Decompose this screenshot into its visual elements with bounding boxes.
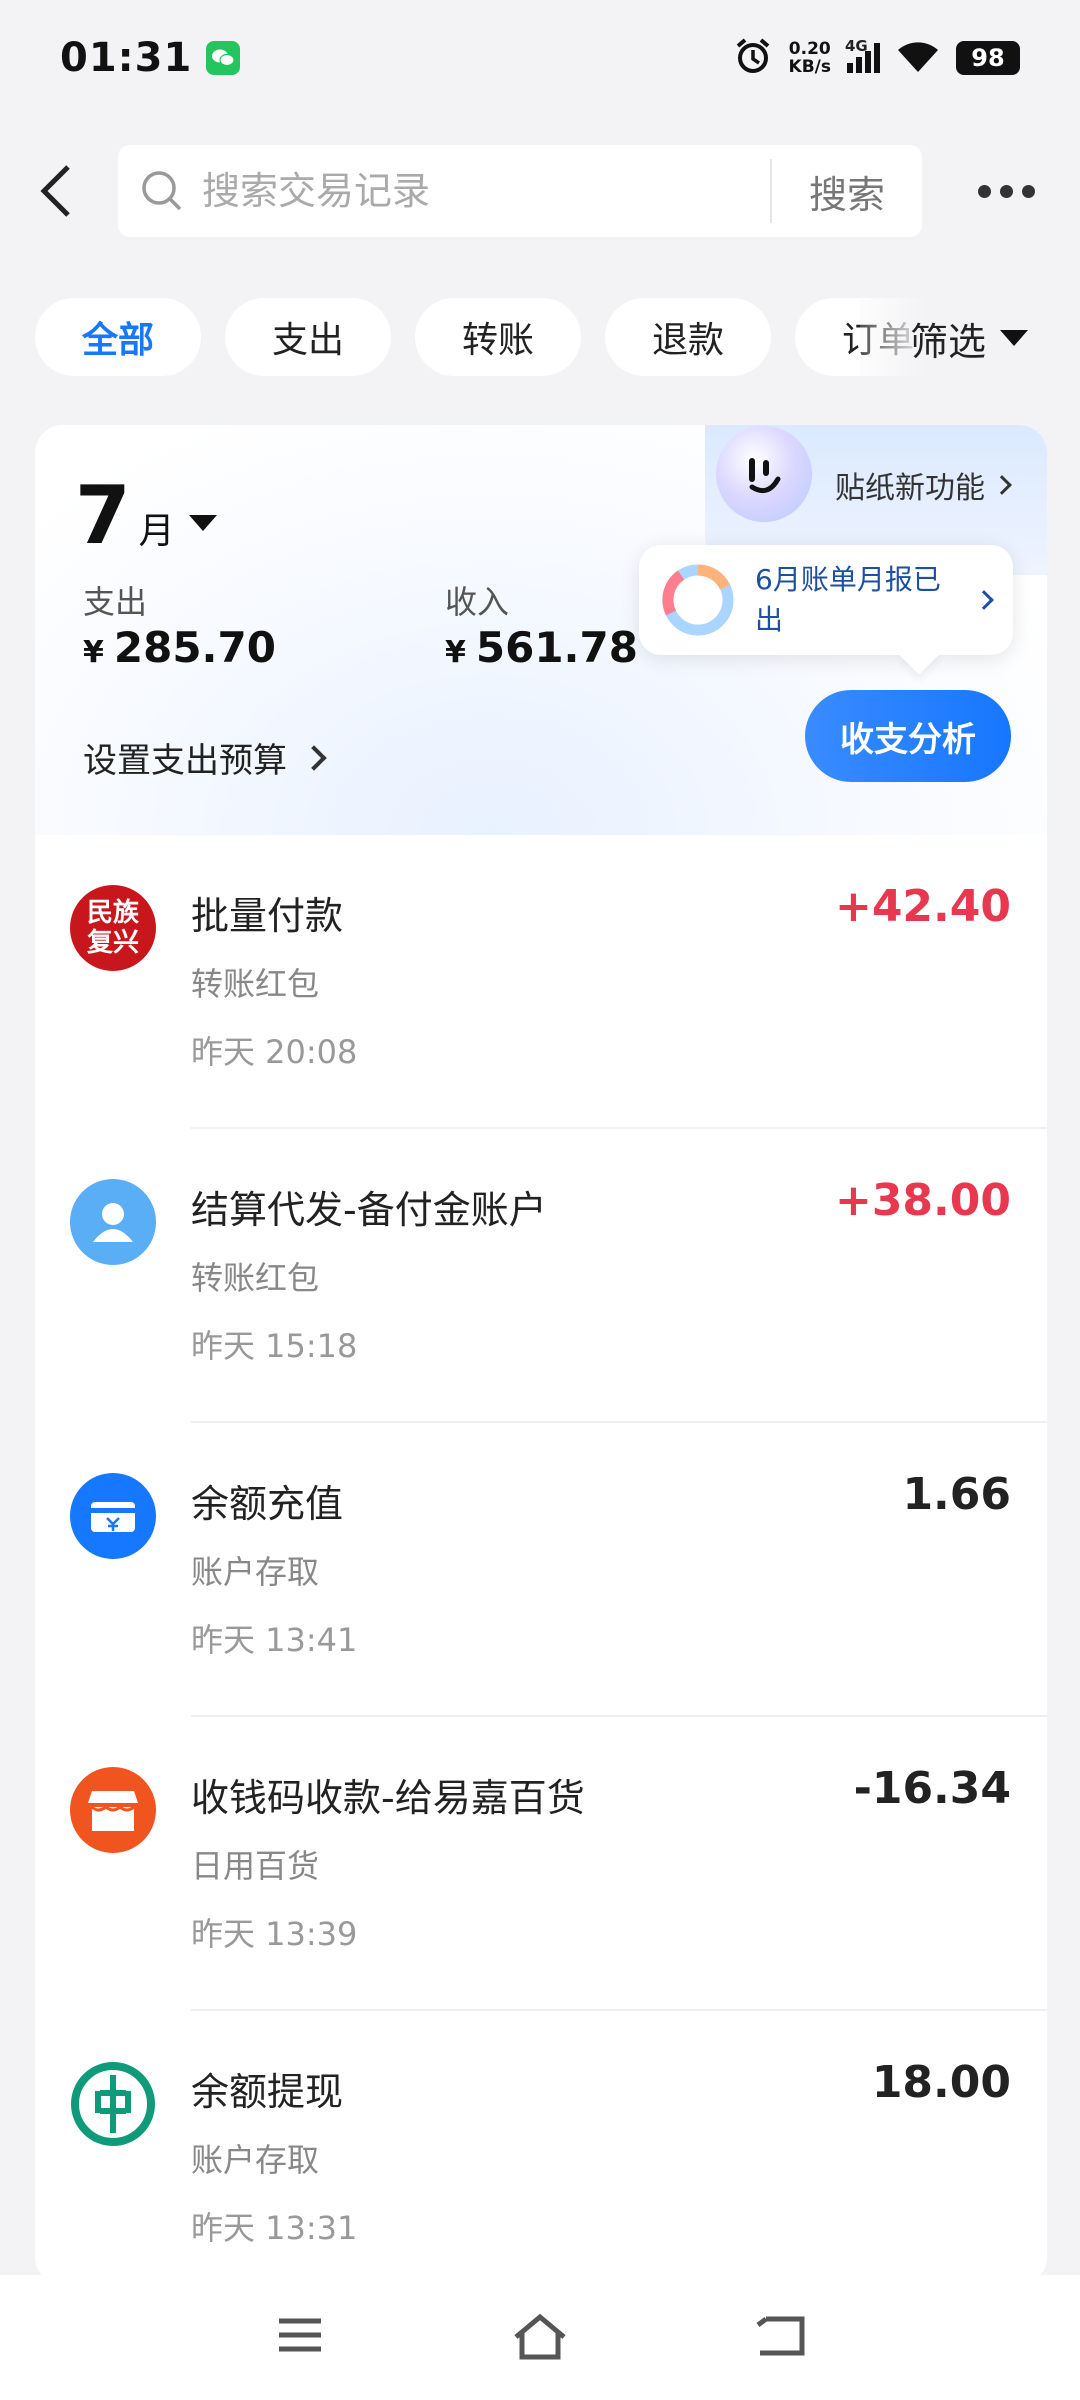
filter-bar: 全部 支出 转账 退款 订单 筛选 [0,298,1080,378]
system-navigation-bar [0,2275,1080,2400]
transaction-title: 结算代发-备付金账户 [191,1188,547,1232]
transaction-category: 账户存取 [191,2141,320,2179]
transaction-amount: 18.00 [871,2057,1011,2108]
search-button[interactable]: 搜索 [772,164,922,219]
currency-symbol: ¥ [445,635,466,670]
network-speed: 0.20 KB/s [789,40,831,76]
sticker-label: 贴纸新功能 [835,471,985,506]
triangle-down-icon [1000,330,1029,346]
sticker-mascot-icon[interactable] [716,426,812,522]
expense-label: 支出 [83,583,148,621]
month-number: 7 [75,469,131,562]
income-total: ¥ 561.78 [445,623,638,672]
report-text: 6月账单月报已出 [755,563,941,636]
expense-total: ¥ 285.70 [83,623,276,672]
network-type: 4G [845,37,868,55]
filter-chip-expense[interactable]: 支出 [225,298,391,376]
filter-label: 筛选 [910,319,987,364]
chevron-right-icon [992,475,1012,495]
back-arrow-icon [40,165,70,217]
menu-icon[interactable] [265,2305,335,2365]
transaction-category: 日用百货 [191,1847,320,1885]
store-icon [70,1767,156,1853]
income-label: 收入 [445,583,510,621]
transaction-time: 昨天 13:41 [191,1621,358,1659]
income-expense-analysis-button[interactable]: 收支分析 [805,690,1011,782]
income-value: 561.78 [475,623,638,672]
triangle-down-icon [188,514,217,531]
wallet-card-icon [70,1473,156,1559]
transaction-row[interactable]: 民族复兴 批量付款 转账红包 昨天 20:08 +42.40 [35,835,1047,1129]
expense-value: 285.70 [113,623,276,672]
transaction-amount: -16.34 [853,1763,1011,1814]
alarm-icon [733,36,773,80]
transaction-title: 收钱码收款-给易嘉百货 [191,1776,585,1820]
month-selector[interactable]: 7 月 [75,469,217,562]
chevron-right-icon [974,590,994,610]
bank-seal-text: 民族复兴 [86,898,139,958]
back-button[interactable] [32,159,92,223]
month-unit: 月 [138,511,175,552]
transaction-title: 批量付款 [191,894,344,938]
filter-dropdown-button[interactable]: 筛选 [910,298,1029,378]
transaction-row[interactable]: 结算代发-备付金账户 转账红包 昨天 15:18 +38.00 [35,1129,1047,1423]
transaction-time: 昨天 20:08 [191,1033,358,1071]
chevron-right-icon [301,744,327,771]
month-summary: 7 月 支出 ¥ 285.70 收入 ¥ 561.78 设置支出预算 贴纸新功能 [35,425,1047,835]
network-speed-value: 0.20 [788,39,831,59]
transaction-amount: 1.66 [902,1469,1011,1520]
filter-chip-transfer[interactable]: 转账 [415,298,581,376]
abc-bank-icon [70,2061,156,2147]
transaction-amount: +42.40 [834,881,1011,932]
currency-symbol: ¥ [83,635,104,670]
transaction-row[interactable]: 余额充值 账户存取 昨天 13:41 1.66 [35,1423,1047,1717]
transaction-amount: +38.00 [834,1175,1011,1226]
transaction-time: 昨天 13:31 [191,2209,358,2247]
filter-chip-all[interactable]: 全部 [35,298,201,376]
transaction-row[interactable]: 余额提现 账户存取 昨天 13:31 18.00 [35,2011,1047,2285]
status-bar: 01:31 0.20 KB/s 4G 98 [0,0,1080,116]
more-options-icon[interactable] [978,171,1044,211]
search-box: 搜索 [118,145,922,237]
transaction-row[interactable]: 收钱码收款-给易嘉百货 日用百货 昨天 13:39 -16.34 [35,1717,1047,2011]
transaction-title: 余额提现 [191,2070,344,2114]
cellular-signal-icon: 4G [845,37,880,73]
transaction-category: 转账红包 [191,1259,320,1297]
filter-chip-refund[interactable]: 退款 [605,298,771,376]
transaction-title: 余额充值 [191,1482,344,1526]
budget-label: 设置支出预算 [83,741,287,781]
search-header: 搜索 [0,145,1080,237]
transaction-time: 昨天 13:39 [191,1915,358,1953]
transaction-category: 账户存取 [191,1553,320,1591]
transaction-card: 7 月 支出 ¥ 285.70 收入 ¥ 561.78 设置支出预算 贴纸新功能 [35,425,1047,2285]
transaction-time: 昨天 15:18 [191,1327,358,1365]
donut-chart-icon [662,564,734,636]
battery-indicator: 98 [956,41,1020,75]
wechat-notification-icon [206,41,241,75]
transaction-category: 转账红包 [191,965,320,1003]
search-input[interactable] [202,169,770,213]
search-icon [142,171,182,211]
wifi-icon [896,38,940,78]
person-icon [70,1179,156,1265]
set-budget-link[interactable]: 设置支出预算 [83,733,327,782]
back-gesture-icon[interactable] [745,2305,815,2365]
network-speed-unit: KB/s [788,57,831,77]
home-icon[interactable] [505,2305,575,2365]
sticker-feature-link[interactable]: 贴纸新功能 [835,463,1012,507]
status-time: 01:31 [60,35,193,81]
monthly-report-popup[interactable]: 6月账单月报已出 [639,545,1013,655]
bank-seal-icon: 民族复兴 [70,885,156,971]
